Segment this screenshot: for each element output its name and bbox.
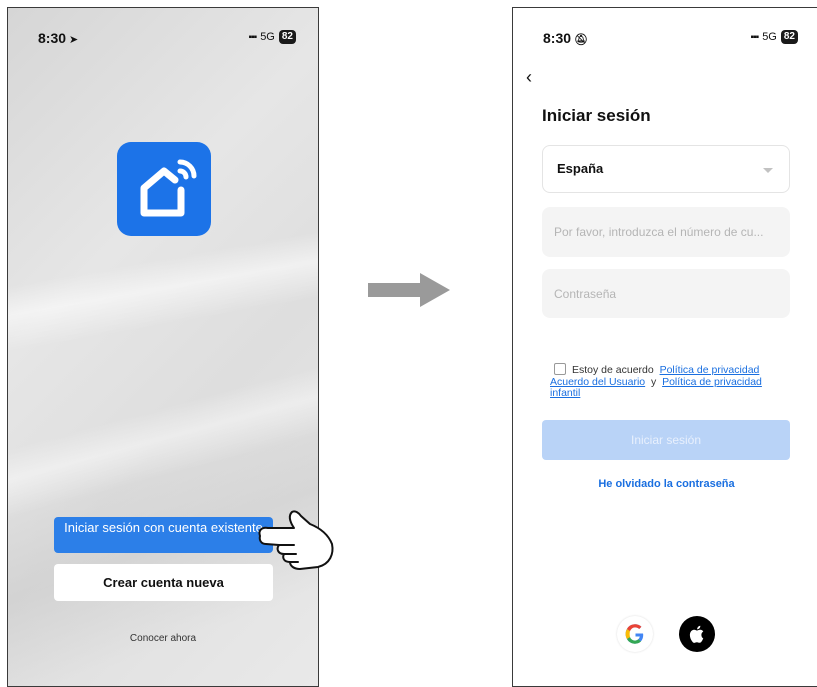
login-screen: 8:30 🔕︎ ▪▪▪ 5G 82 ‹ Iniciar sesión España… [512,7,817,687]
user-agreement-link[interactable]: Acuerdo del Usuario [550,376,645,388]
back-chevron-icon[interactable]: ‹ [526,67,532,88]
country-value: España [557,161,604,176]
smart-home-app-icon [117,142,211,236]
battery-icon: 82 [278,30,296,44]
privacy-policy-link[interactable]: Política de privacidad [660,364,760,376]
apple-login-button[interactable] [679,616,715,652]
agreement-prefix: Estoy de acuerdo [572,364,654,376]
status-bar: 8:30 ➤ ▪▪▪ 5G 82 [8,28,318,48]
account-number-field[interactable] [542,207,790,257]
password-field[interactable] [542,269,790,318]
status-bar: 8:30 🔕︎ ▪▪▪ 5G 82 [513,28,817,48]
account-number-input[interactable] [542,207,790,257]
signal-icon: ▪▪▪ [750,31,760,43]
country-select[interactable]: España [542,145,790,193]
signal-icon: ▪▪▪ [248,31,258,43]
login-existing-account-button[interactable]: Iniciar sesión con cuenta existente [54,517,273,553]
status-time: 8:30 [38,30,67,46]
child-privacy-policy-link[interactable]: Política de privacidad [662,376,762,388]
battery-icon: 82 [780,30,798,44]
agreement-checkbox[interactable] [554,363,566,375]
google-login-button[interactable] [617,616,653,652]
create-account-button[interactable]: Crear cuenta nueva [54,564,273,601]
agreement-block: Estoy de acuerdo Política de privacidad … [550,363,800,400]
google-icon [625,624,644,644]
network-label: 5G [260,31,275,43]
agreement-conjunction: y [650,375,657,388]
child-privacy-policy-link-suffix[interactable]: infantil [550,387,580,399]
dropdown-caret-icon [763,168,773,173]
page-title: Iniciar sesión [542,106,651,125]
location-arrow-icon: ➤ [69,34,79,46]
status-time: 8:30 [543,30,572,46]
forgot-password-link[interactable]: He olvidado la contraseña [513,478,817,490]
learn-more-link[interactable]: Conocer ahora [8,633,318,644]
apple-icon [689,625,704,643]
welcome-screen: 8:30 ➤ ▪▪▪ 5G 82 Iniciar sesión con cuent… [7,7,319,687]
login-submit-button[interactable]: Iniciar sesión [542,420,790,460]
pointing-hand-icon [258,510,334,570]
network-label: 5G [762,31,777,43]
transition-arrow-icon [368,273,450,307]
password-input[interactable] [542,269,790,318]
bell-slash-icon: 🔕︎ [574,34,588,46]
